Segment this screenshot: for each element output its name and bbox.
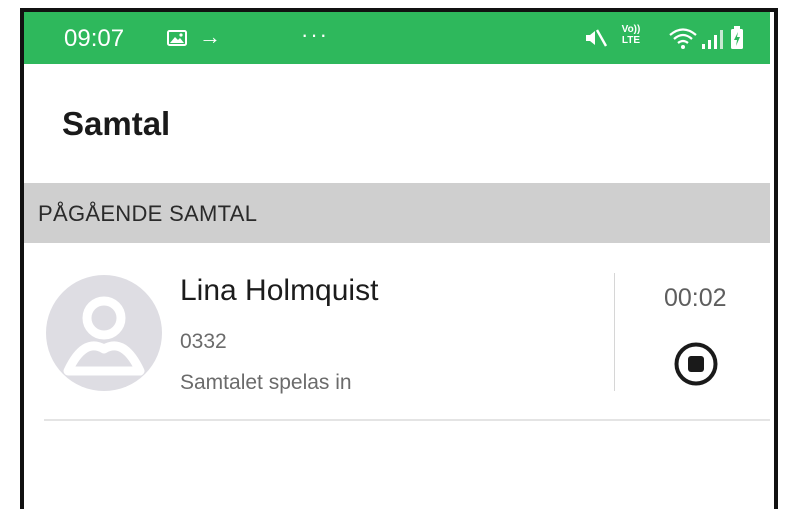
battery-icon (731, 26, 743, 49)
volte-icon: Vo)) LTE (618, 24, 644, 46)
wifi-icon (669, 28, 697, 49)
signal-icon (702, 30, 723, 49)
stop-record-icon[interactable] (673, 341, 719, 387)
recording-status: Samtalet spelas in (180, 371, 352, 394)
ongoing-call-row[interactable]: Lina Holmquist 0332 Samtalet spelas in 0… (24, 243, 770, 419)
status-time: 09:07 (64, 25, 125, 52)
caller-name: Lina Holmquist (180, 274, 379, 307)
row-divider (44, 419, 770, 421)
caller-number: 0332 (180, 330, 227, 353)
avatar (46, 275, 162, 391)
section-label: PÅGÅENDE SAMTAL (38, 201, 258, 226)
phone-screen: 09:07 → ··· Vo)) LTE Samtal PÅGÅENDE SAM… (0, 0, 794, 509)
volte-bottom-label: LTE (621, 35, 641, 46)
call-duration: 00:02 (664, 284, 727, 312)
mute-icon (586, 29, 608, 47)
page-title: Samtal (62, 105, 171, 142)
vertical-divider (614, 273, 615, 391)
status-bar: 09:07 → ··· Vo)) LTE (24, 12, 770, 64)
person-placeholder-icon (63, 296, 145, 376)
volte-top-label: Vo)) (621, 24, 641, 35)
section-header: PÅGÅENDE SAMTAL (24, 183, 770, 243)
app-bar: Samtal (24, 64, 770, 182)
frame-border-right (774, 8, 778, 509)
image-icon (167, 30, 187, 46)
more-dots-icon: ··· (301, 22, 329, 47)
status-icons: Vo)) LTE (584, 24, 764, 52)
arrow-icon: → (199, 24, 221, 49)
